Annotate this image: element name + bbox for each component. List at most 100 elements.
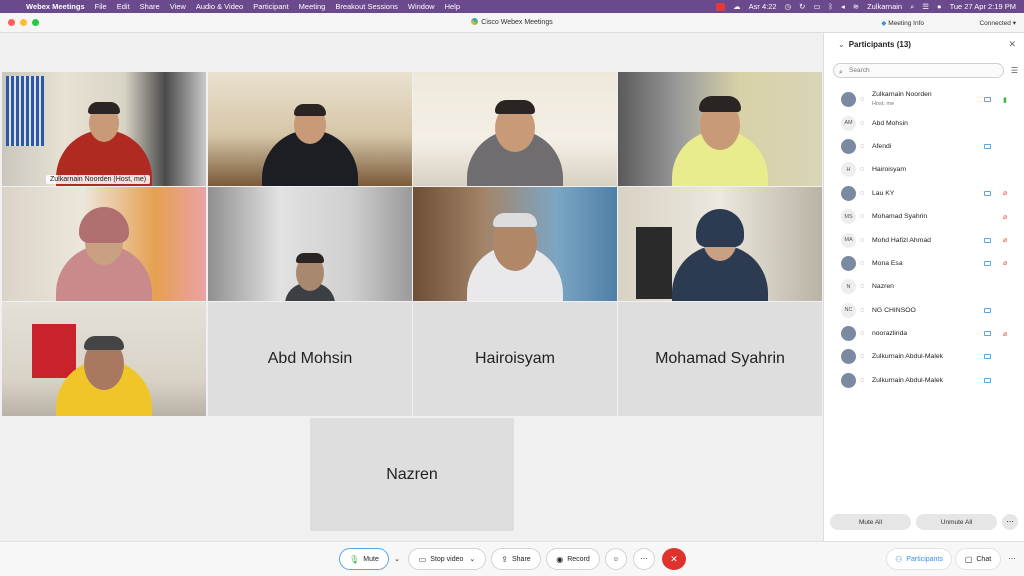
search-icon[interactable]: ⌕ <box>910 2 914 12</box>
record-button[interactable]: ◉ Record <box>546 548 600 570</box>
video-tile-mohamad-syahrin[interactable]: Mohamad Syahrin <box>618 302 822 416</box>
sort-icon[interactable]: ☰ <box>1011 66 1018 75</box>
video-tile-participant[interactable] <box>618 187 822 301</box>
video-camera-icon[interactable] <box>984 97 991 103</box>
panel-title[interactable]: ⌄ Participants (13) <box>838 40 911 49</box>
close-icon[interactable]: ✕ <box>1008 39 1016 50</box>
menu-share[interactable]: Share <box>140 2 160 11</box>
menu-breakout[interactable]: Breakout Sessions <box>335 2 398 11</box>
video-tile-participant[interactable] <box>413 187 617 301</box>
mute-all-button[interactable]: Mute All <box>830 514 911 530</box>
video-tile-participant[interactable] <box>413 72 617 186</box>
microphone-muted-icon[interactable]: ⌀ <box>1003 236 1007 244</box>
participant-name: Mohd Hafizl Ahmad <box>872 236 931 244</box>
menu-app-name[interactable]: Webex Meetings <box>26 2 85 11</box>
stop-video-button[interactable]: ▭ Stop video ⌄ <box>408 548 486 570</box>
microphone-active-icon[interactable]: ▮ <box>1003 96 1007 104</box>
participant-row[interactable]: ◌ Zulkurnain Abdul-Malek <box>824 369 1024 392</box>
video-tile-participant[interactable] <box>618 72 822 186</box>
volume-icon[interactable]: ◂ <box>841 2 845 11</box>
video-camera-icon[interactable] <box>984 377 991 383</box>
search-input[interactable]: ⌕ Search <box>833 63 1004 78</box>
menu-audio-video[interactable]: Audio & Video <box>196 2 243 11</box>
menu-view[interactable]: View <box>170 2 186 11</box>
datetime[interactable]: Tue 27 Apr 2:19 PM <box>950 2 1016 11</box>
mute-button[interactable]: 🎙︎ Mute <box>339 548 389 570</box>
video-camera-icon[interactable] <box>984 143 991 149</box>
microphone-muted-icon[interactable]: ⌀ <box>1003 213 1007 221</box>
video-camera-icon[interactable] <box>984 260 991 266</box>
video-tile-participant[interactable] <box>2 187 206 301</box>
cloud-icon[interactable]: ☁ <box>733 2 741 11</box>
siri-icon[interactable]: ● <box>937 2 942 11</box>
user-name[interactable]: Zulkarnain <box>867 2 902 11</box>
video-tile-zulkarnain[interactable]: Zulkarnain Noorden (Host, me) <box>2 72 206 186</box>
meeting-info-button[interactable]: ◆ Meeting Info <box>881 19 924 27</box>
unmute-all-button[interactable]: Unmute All <box>916 514 997 530</box>
wifi-icon[interactable]: ≋ <box>853 2 859 11</box>
clock-icon[interactable]: ◷ <box>785 2 792 11</box>
participant-row[interactable]: ◌ noorazlinda ⌀ <box>824 322 1024 345</box>
battery-icon[interactable]: ▭ <box>813 2 820 11</box>
reactions-icon[interactable]: ☺ <box>605 548 627 570</box>
participant-row[interactable]: ◌ Lau KY ⌀ <box>824 182 1024 205</box>
participants-tab-button[interactable]: ⚇ Participants <box>886 548 952 570</box>
prayer-time[interactable]: Asr 4:22 <box>749 2 777 11</box>
avatar <box>841 372 856 388</box>
participant-row[interactable]: MA ◌ Mohd Hafizl Ahmad ⌀ <box>824 228 1024 251</box>
participant-name: Mohamad Syahrin <box>655 350 785 367</box>
participant-row[interactable]: N ◌ Nazren <box>824 275 1024 298</box>
control-center-icon[interactable]: ☰ <box>922 2 929 11</box>
video-camera-icon[interactable] <box>984 190 991 196</box>
share-button[interactable]: ⇪ Share <box>491 548 541 570</box>
connection-status[interactable]: Connected ▾ <box>979 19 1016 27</box>
menu-file[interactable]: File <box>95 2 107 11</box>
microphone-muted-icon[interactable]: ⌀ <box>1003 259 1007 267</box>
participant-row[interactable]: ◌ Afendi <box>824 135 1024 158</box>
more-options-icon[interactable]: ⋯ <box>1002 514 1018 530</box>
video-tile-hairoisyam[interactable]: Hairoisyam <box>413 302 617 416</box>
microphone-icon: 🎙︎ <box>349 554 360 564</box>
menu-edit[interactable]: Edit <box>117 2 130 11</box>
participant-row[interactable]: NC ◌ NG CHINSOO <box>824 299 1024 322</box>
video-camera-icon[interactable] <box>984 307 991 313</box>
video-camera-icon[interactable] <box>984 354 991 360</box>
participant-list: ◌ Zulkarnain Noorden Host, me ▮ AM ◌ Abd Mohsi… <box>824 88 1024 392</box>
participant-row[interactable]: H ◌ Hairoisyam <box>824 158 1024 181</box>
chevron-down-icon[interactable]: ⌄ <box>838 40 845 49</box>
avatar: N <box>841 279 856 295</box>
sync-icon[interactable]: ↻ <box>799 2 805 11</box>
avatar: MS <box>841 209 856 225</box>
meeting-controls: 🎙︎ Mute ⌄ ▭ Stop video ⌄ ⇪ Share ◉ Record ☺ ⋯… <box>0 541 1024 576</box>
participant-name: Zulkarnain Noorden <box>872 91 932 98</box>
bluetooth-icon[interactable]: ᛒ <box>829 2 834 11</box>
participant-row[interactable]: ◌ Mona Esa ⌀ <box>824 252 1024 275</box>
menu-window[interactable]: Window <box>408 2 435 11</box>
video-grid: Zulkarnain Noorden (Host, me) Abd Mohsin… <box>0 33 823 541</box>
menu-meeting[interactable]: Meeting <box>299 2 326 11</box>
end-meeting-icon[interactable]: ✕ <box>662 548 686 570</box>
participant-row[interactable]: ◌ Zulkurnain Abdul-Malek <box>824 345 1024 368</box>
audio-status-icon: ◌ <box>860 166 865 174</box>
notification-badge-icon[interactable] <box>716 2 726 11</box>
avatar: AM <box>841 115 856 131</box>
more-options-icon[interactable]: ⋯ <box>633 548 655 570</box>
video-camera-icon[interactable] <box>984 331 991 337</box>
video-tile-nazren[interactable]: Nazren <box>310 418 514 531</box>
participant-row[interactable]: ◌ Zulkarnain Noorden Host, me ▮ <box>824 88 1024 111</box>
mute-options-chevron-icon[interactable]: ⌄ <box>390 548 404 570</box>
menu-help[interactable]: Help <box>445 2 460 11</box>
video-tile-participant[interactable] <box>208 187 412 301</box>
participant-row[interactable]: MS ◌ Mohamad Syahrin ⌀ <box>824 205 1024 228</box>
more-panels-icon[interactable]: ⋯ <box>1004 548 1020 570</box>
video-tile-participant[interactable] <box>2 302 206 416</box>
video-tile-participant[interactable] <box>208 72 412 186</box>
microphone-muted-icon[interactable]: ⌀ <box>1003 330 1007 338</box>
audio-status-icon: ◌ <box>860 96 865 104</box>
video-camera-icon[interactable] <box>984 237 991 243</box>
microphone-muted-icon[interactable]: ⌀ <box>1003 189 1007 197</box>
participant-row[interactable]: AM ◌ Abd Mohsin <box>824 111 1024 134</box>
menu-participant[interactable]: Participant <box>253 2 288 11</box>
chat-tab-button[interactable]: ▢ Chat <box>955 548 1001 570</box>
video-tile-abd-mohsin[interactable]: Abd Mohsin <box>208 302 412 416</box>
